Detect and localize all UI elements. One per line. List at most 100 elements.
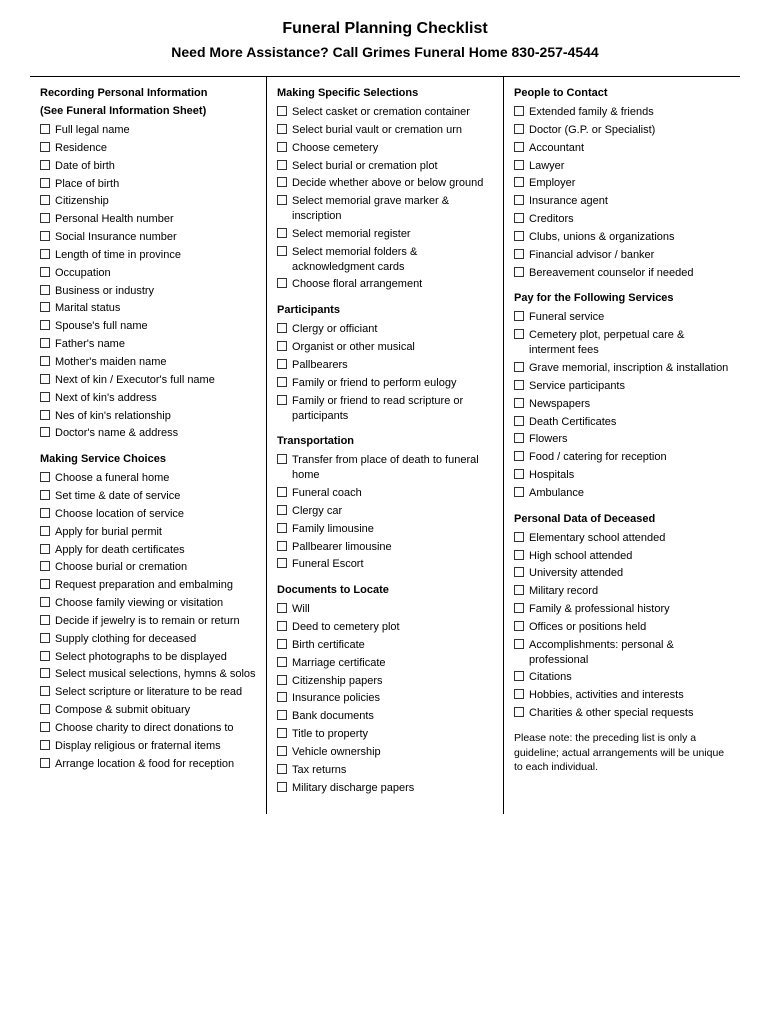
checkbox-icon[interactable] — [514, 106, 524, 116]
list-item: Citizenship papers — [277, 674, 493, 689]
checkbox-icon[interactable] — [40, 285, 50, 295]
checkbox-icon[interactable] — [277, 323, 287, 333]
checkbox-icon[interactable] — [514, 311, 524, 321]
checkbox-icon[interactable] — [40, 544, 50, 554]
checkbox-icon[interactable] — [277, 487, 287, 497]
checkbox-icon[interactable] — [40, 597, 50, 607]
checkbox-icon[interactable] — [514, 603, 524, 613]
checkbox-icon[interactable] — [277, 106, 287, 116]
checkbox-icon[interactable] — [40, 124, 50, 134]
checkbox-icon[interactable] — [514, 213, 524, 223]
checkbox-icon[interactable] — [277, 639, 287, 649]
checkbox-icon[interactable] — [277, 523, 287, 533]
checkbox-icon[interactable] — [277, 621, 287, 631]
checkbox-icon[interactable] — [277, 603, 287, 613]
checkbox-icon[interactable] — [40, 178, 50, 188]
checkbox-icon[interactable] — [514, 433, 524, 443]
checkbox-icon[interactable] — [40, 651, 50, 661]
checkbox-icon[interactable] — [40, 320, 50, 330]
checkbox-icon[interactable] — [277, 177, 287, 187]
checkbox-icon[interactable] — [514, 585, 524, 595]
checkbox-icon[interactable] — [277, 764, 287, 774]
checkbox-icon[interactable] — [40, 302, 50, 312]
checkbox-icon[interactable] — [40, 410, 50, 420]
checkbox-icon[interactable] — [277, 228, 287, 238]
checkbox-icon[interactable] — [514, 124, 524, 134]
checkbox-icon[interactable] — [277, 278, 287, 288]
checkbox-icon[interactable] — [277, 692, 287, 702]
checkbox-icon[interactable] — [40, 526, 50, 536]
checkbox-icon[interactable] — [40, 213, 50, 223]
checkbox-icon[interactable] — [277, 246, 287, 256]
checkbox-icon[interactable] — [40, 374, 50, 384]
checkbox-icon[interactable] — [40, 722, 50, 732]
checkbox-icon[interactable] — [277, 675, 287, 685]
checkbox-icon[interactable] — [40, 668, 50, 678]
checkbox-icon[interactable] — [40, 472, 50, 482]
checkbox-icon[interactable] — [514, 362, 524, 372]
checkbox-icon[interactable] — [514, 177, 524, 187]
list-item-label: Apply for death certificates — [55, 543, 185, 558]
checkbox-icon[interactable] — [40, 561, 50, 571]
checkbox-icon[interactable] — [277, 558, 287, 568]
checkbox-icon[interactable] — [277, 124, 287, 134]
checkbox-icon[interactable] — [514, 231, 524, 241]
checkbox-icon[interactable] — [514, 621, 524, 631]
checkbox-icon[interactable] — [277, 395, 287, 405]
checkbox-icon[interactable] — [40, 508, 50, 518]
checkbox-icon[interactable] — [40, 490, 50, 500]
checkbox-icon[interactable] — [277, 541, 287, 551]
checkbox-icon[interactable] — [277, 782, 287, 792]
checkbox-icon[interactable] — [514, 142, 524, 152]
checkbox-icon[interactable] — [40, 686, 50, 696]
checkbox-icon[interactable] — [277, 142, 287, 152]
checkbox-icon[interactable] — [40, 758, 50, 768]
checkbox-icon[interactable] — [40, 338, 50, 348]
checkbox-icon[interactable] — [514, 249, 524, 259]
checkbox-icon[interactable] — [40, 160, 50, 170]
checkbox-icon[interactable] — [514, 398, 524, 408]
checkbox-icon[interactable] — [514, 469, 524, 479]
checkbox-icon[interactable] — [514, 532, 524, 542]
checkbox-icon[interactable] — [514, 195, 524, 205]
checkbox-icon[interactable] — [514, 550, 524, 560]
checkbox-icon[interactable] — [40, 356, 50, 366]
checkbox-icon[interactable] — [514, 671, 524, 681]
checkbox-icon[interactable] — [40, 615, 50, 625]
checkbox-icon[interactable] — [277, 728, 287, 738]
checkbox-icon[interactable] — [514, 160, 524, 170]
checkbox-icon[interactable] — [277, 359, 287, 369]
list-item: Select photographs to be displayed — [40, 650, 256, 665]
checkbox-icon[interactable] — [277, 505, 287, 515]
checkbox-icon[interactable] — [40, 633, 50, 643]
checkbox-icon[interactable] — [277, 377, 287, 387]
checkbox-icon[interactable] — [40, 142, 50, 152]
checkbox-icon[interactable] — [514, 329, 524, 339]
checkbox-icon[interactable] — [40, 392, 50, 402]
list-item-label: Choose location of service — [55, 507, 184, 522]
checkbox-icon[interactable] — [40, 195, 50, 205]
checkbox-icon[interactable] — [514, 639, 524, 649]
checkbox-icon[interactable] — [277, 710, 287, 720]
checkbox-icon[interactable] — [40, 427, 50, 437]
checkbox-icon[interactable] — [40, 231, 50, 241]
checkbox-icon[interactable] — [277, 160, 287, 170]
checkbox-icon[interactable] — [514, 567, 524, 577]
checkbox-icon[interactable] — [514, 487, 524, 497]
checkbox-icon[interactable] — [277, 657, 287, 667]
checkbox-icon[interactable] — [40, 579, 50, 589]
checkbox-icon[interactable] — [40, 267, 50, 277]
checkbox-icon[interactable] — [277, 454, 287, 464]
checkbox-icon[interactable] — [277, 746, 287, 756]
checkbox-icon[interactable] — [514, 707, 524, 717]
checkbox-icon[interactable] — [277, 195, 287, 205]
checkbox-icon[interactable] — [514, 416, 524, 426]
checkbox-icon[interactable] — [277, 341, 287, 351]
checkbox-icon[interactable] — [40, 740, 50, 750]
checkbox-icon[interactable] — [40, 249, 50, 259]
checkbox-icon[interactable] — [514, 267, 524, 277]
checkbox-icon[interactable] — [40, 704, 50, 714]
checkbox-icon[interactable] — [514, 689, 524, 699]
checkbox-icon[interactable] — [514, 380, 524, 390]
checkbox-icon[interactable] — [514, 451, 524, 461]
